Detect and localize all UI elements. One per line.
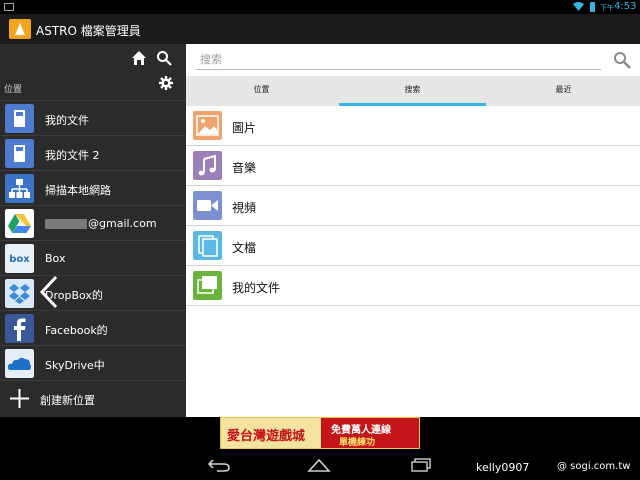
search-input[interactable] — [196, 50, 601, 70]
app-title: ASTRO 檔案管理員 — [36, 24, 141, 38]
category-label: 文檔 — [232, 241, 257, 255]
navigation-bar: kelly0907 @ sogi.com.tw — [0, 449, 640, 480]
ad-area: 愛台灣遊戲城 免費萬人連線 單機練功 — [0, 417, 640, 449]
location-list: 我的文件 我的文件 2 掃描本地網路 @gmail.com box Box Dr… — [0, 100, 186, 415]
plus-icon — [10, 389, 29, 408]
ad-headline: 免費萬人連線 — [331, 425, 391, 436]
ad-brand-panel: 愛台灣遊戲城 — [221, 418, 321, 448]
dropbox-icon — [5, 279, 34, 308]
watermark-site: @ sogi.com.tw — [557, 461, 631, 472]
sidebar-item-google-drive[interactable]: @gmail.com — [0, 205, 186, 240]
facebook-icon — [5, 314, 34, 343]
box-icon: box — [5, 244, 34, 273]
gallery-notification-icon — [4, 3, 14, 11]
email-domain: @gmail.com — [88, 217, 157, 230]
recent-apps-icon[interactable] — [410, 458, 432, 472]
ad-brand: 愛台灣遊戲城 — [227, 429, 306, 444]
sidebar-item-dropbox[interactable]: DropBox的 — [0, 275, 186, 310]
sidebar-item-label: Box — [45, 252, 66, 265]
category-documents[interactable]: 文檔 — [186, 226, 640, 266]
sidebar-item-my-files-2[interactable]: 我的文件 2 — [0, 135, 186, 170]
sdcard-icon — [5, 104, 34, 133]
status-ampm: 下午 — [600, 4, 614, 12]
home-icon[interactable] — [307, 457, 331, 473]
battery-icon — [590, 2, 595, 12]
category-images[interactable]: 圖片 — [186, 106, 640, 146]
tab-recent[interactable]: 最近 — [488, 76, 639, 106]
ad-subline: 單機練功 — [339, 438, 376, 448]
sidebar-item-label: Facebook的 — [45, 324, 108, 337]
action-bar: ASTRO 檔案管理員 — [0, 14, 640, 44]
category-videos[interactable]: 視頻 — [186, 186, 640, 226]
category-label: 視頻 — [232, 201, 257, 215]
category-label: 圖片 — [232, 121, 257, 135]
status-clock: 4:53 — [614, 1, 637, 12]
tab-locations[interactable]: 位置 — [186, 76, 337, 106]
google-drive-icon — [5, 209, 34, 238]
sidebar-item-my-files[interactable]: 我的文件 — [0, 100, 186, 135]
sidebar-item-skydrive[interactable]: SkyDrive中 — [0, 345, 186, 380]
create-location-button[interactable]: 創建新位置 — [0, 380, 186, 415]
search-icon[interactable] — [613, 51, 631, 69]
sidebar-item-scan-network[interactable]: 掃描本地網路 — [0, 170, 186, 205]
skydrive-icon — [5, 349, 34, 378]
home-icon[interactable] — [131, 50, 147, 66]
sidebar-item-label: @gmail.com — [45, 217, 157, 230]
sidebar-item-label: 我的文件 — [45, 114, 89, 127]
sidebar: 位置 我的文件 我的文件 2 掃描本地網路 @gmail.com box Box… — [0, 44, 186, 417]
sdcard-icon — [5, 139, 34, 168]
video-icon — [193, 191, 222, 220]
search-icon[interactable] — [156, 50, 172, 66]
redacted-email — [45, 219, 87, 229]
screen: 下午 4:53 ASTRO 檔案管理員 位置 我的文件 我的文件 2 掃描本地網… — [0, 0, 640, 480]
sidebar-item-box[interactable]: box Box — [0, 240, 186, 275]
astro-app-icon[interactable] — [9, 19, 31, 39]
category-label: 我的文件 — [232, 281, 281, 295]
watermark-username: kelly0907 — [476, 461, 530, 474]
tab-bar: 位置 搜索 最近 — [186, 76, 640, 106]
search-bar — [186, 44, 640, 76]
category-my-files[interactable]: 我的文件 — [186, 266, 640, 306]
chevron-left-icon[interactable] — [36, 274, 62, 310]
svg-text:box: box — [9, 254, 30, 265]
category-label: 音樂 — [232, 161, 257, 175]
sidebar-item-label: SkyDrive中 — [45, 359, 105, 372]
sidebar-header: 位置 — [0, 44, 186, 100]
folder-icon — [193, 271, 222, 300]
image-icon — [193, 111, 222, 140]
gear-icon[interactable] — [159, 76, 173, 90]
category-music[interactable]: 音樂 — [186, 146, 640, 186]
sidebar-item-label: 掃描本地網路 — [45, 184, 111, 197]
music-icon — [193, 151, 222, 180]
wifi-icon — [573, 2, 584, 11]
tab-search[interactable]: 搜索 — [337, 76, 488, 106]
sidebar-item-facebook[interactable]: Facebook的 — [0, 310, 186, 345]
locations-label: 位置 — [4, 85, 23, 95]
sidebar-item-label: 創建新位置 — [40, 394, 95, 407]
status-bar: 下午 4:53 — [0, 0, 640, 14]
back-icon[interactable] — [207, 458, 231, 472]
category-list: 圖片 音樂 視頻 文檔 我的文件 — [186, 106, 640, 306]
main-panel: 位置 搜索 最近 圖片 音樂 — [186, 44, 640, 417]
document-icon — [193, 231, 222, 260]
sidebar-item-label: 我的文件 2 — [45, 149, 100, 162]
ad-banner[interactable]: 愛台灣遊戲城 免費萬人連線 單機練功 — [220, 417, 420, 449]
network-icon — [5, 174, 34, 203]
